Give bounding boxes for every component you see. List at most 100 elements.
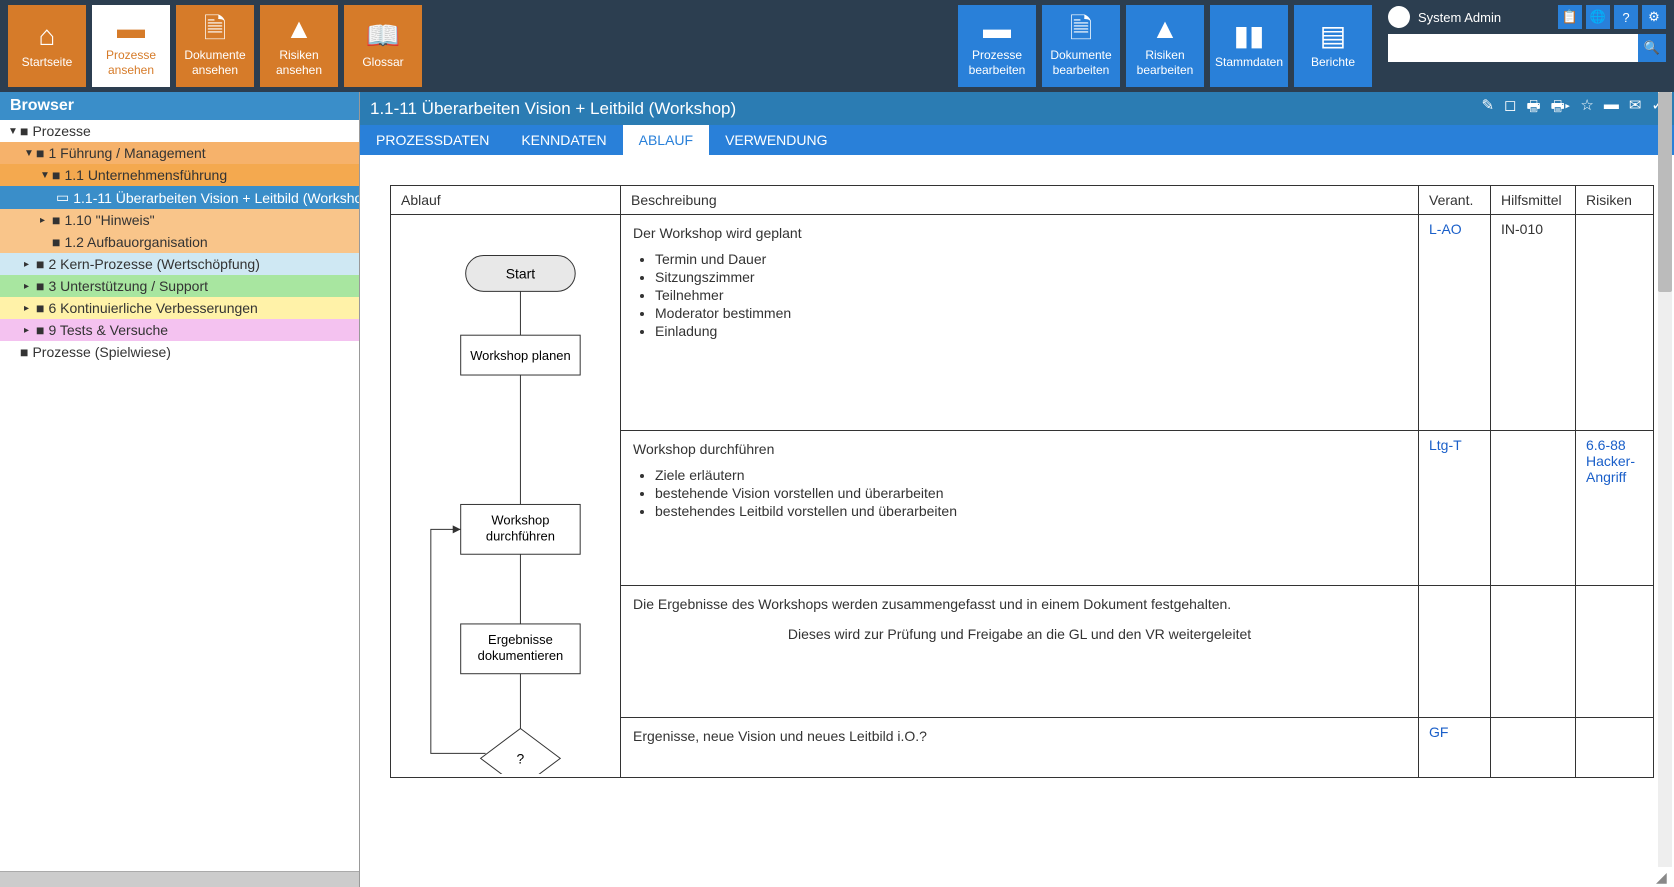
- row1-title: Workshop durchführen: [633, 441, 1406, 457]
- tree-item-8[interactable]: ▸■6 Kontinuierliche Verbesserungen: [0, 297, 359, 319]
- tree-item-label: 9 Tests & Versuche: [48, 322, 168, 338]
- search-input[interactable]: [1388, 34, 1638, 62]
- toolbar-left-4[interactable]: 📖Glossar: [344, 5, 422, 87]
- folder-icon: ■: [52, 167, 60, 183]
- header-icon-0[interactable]: ✎: [1481, 96, 1494, 121]
- header-icon-2[interactable]: 🖶: [1527, 96, 1541, 121]
- folder-icon: ■: [36, 300, 44, 316]
- sidebar-scroll-handle[interactable]: [0, 871, 359, 887]
- tab-kenndaten[interactable]: KENNDATEN: [505, 125, 622, 155]
- caret-icon: ▸: [24, 281, 36, 292]
- row3-title: Ergenisse, neue Vision und neues Leitbil…: [633, 728, 1406, 744]
- tree-item-9[interactable]: ▸■9 Tests & Versuche: [0, 319, 359, 341]
- header-icon-6[interactable]: ✉: [1629, 96, 1642, 121]
- row1-risk[interactable]: 6.6-88 Hacker-Angriff: [1586, 437, 1635, 485]
- sidebar: Browser ▼■Prozesse▼■1 Führung / Manageme…: [0, 92, 360, 887]
- bullet: bestehende Vision vorstellen und überarb…: [655, 485, 1406, 501]
- tree-item-6[interactable]: ▸■2 Kern-Prozesse (Wertschöpfung): [0, 253, 359, 275]
- bullet: Termin und Dauer: [655, 251, 1406, 267]
- tree-item-5[interactable]: ■1.2 Aufbauorganisation: [0, 231, 359, 253]
- row3-verant[interactable]: GF: [1429, 724, 1448, 740]
- col-ablauf: Ablauf: [391, 186, 621, 215]
- flow-step3b: dokumentieren: [478, 648, 564, 663]
- search-button[interactable]: 🔍: [1638, 34, 1666, 62]
- user-mini-btn-0[interactable]: 📋: [1558, 5, 1582, 29]
- resize-handle-icon[interactable]: ◢: [1656, 869, 1674, 887]
- row2-title: Die Ergebnisse des Workshops werden zusa…: [633, 596, 1406, 612]
- flow-decision: ?: [517, 750, 525, 766]
- header-icon-3[interactable]: 🖶▸: [1551, 96, 1571, 121]
- toolbar-left-1[interactable]: ▬ Prozesse ansehen: [92, 5, 170, 87]
- flow-table: Ablauf Beschreibung Verant. Hilfsmittel …: [390, 185, 1654, 778]
- toolbar-right-0-label: Prozesse bearbeiten: [963, 48, 1031, 77]
- caret-icon: ▸: [40, 215, 52, 226]
- user-name: System Admin: [1418, 10, 1501, 25]
- bullet: Sitzungszimmer: [655, 269, 1406, 285]
- folder-icon: ▭: [56, 189, 69, 206]
- sidebar-title: Browser: [0, 92, 359, 120]
- toolbar-left-0[interactable]: ⌂Startseite: [8, 5, 86, 87]
- col-risiken: Risiken: [1576, 186, 1654, 215]
- col-verant: Verant.: [1419, 186, 1491, 215]
- flow-step3a: Ergebnisse: [488, 632, 553, 647]
- toolbar-right-1[interactable]: 🗎 Dokumente bearbeiten: [1042, 5, 1120, 87]
- folder-icon: ■: [36, 256, 44, 272]
- toolbar-left-1-icon: ▬: [117, 15, 145, 43]
- folder-icon: ■: [52, 212, 60, 228]
- row1-verant[interactable]: Ltg-T: [1429, 437, 1462, 453]
- row0-title: Der Workshop wird geplant: [633, 225, 1406, 241]
- toolbar-left-3-label: Risiken ansehen: [265, 48, 333, 77]
- toolbar-left-3-icon: ▲: [285, 15, 313, 43]
- folder-icon: ■: [36, 145, 44, 161]
- toolbar-right-4[interactable]: ▤Berichte: [1294, 5, 1372, 87]
- tree-item-2[interactable]: ▼■1.1 Unternehmensführung: [0, 164, 359, 186]
- tree-item-10[interactable]: ■Prozesse (Spielwiese): [0, 341, 359, 363]
- folder-icon: ■: [20, 344, 28, 360]
- top-toolbar: ⌂Startseite ▬ Prozesse ansehen 🗎 Dokumente a…: [0, 0, 1674, 92]
- col-hilfsmittel: Hilfsmittel: [1491, 186, 1576, 215]
- tree-item-label: Prozesse: [32, 123, 90, 139]
- toolbar-left-3[interactable]: ▲ Risiken ansehen: [260, 5, 338, 87]
- vertical-scrollbar[interactable]: [1658, 92, 1672, 867]
- tree-item-3[interactable]: ▭1.1-11 Überarbeiten Vision + Leitbild (…: [0, 186, 359, 209]
- user-mini-btn-2[interactable]: ?: [1614, 5, 1638, 29]
- caret-icon: ▸: [24, 303, 36, 314]
- tree-item-4[interactable]: ▸■1.10 "Hinweis": [0, 209, 359, 231]
- user-mini-btn-1[interactable]: 🌐: [1586, 5, 1610, 29]
- tree-item-label: 1 Führung / Management: [48, 145, 205, 161]
- toolbar-left-2-icon: 🗎: [204, 15, 227, 43]
- header-icon-5[interactable]: ▬: [1604, 96, 1619, 121]
- header-icon-1[interactable]: ◻: [1504, 96, 1516, 121]
- tab-prozessdaten[interactable]: PROZESSDATEN: [360, 125, 505, 155]
- toolbar-right-3-label: Stammdaten: [1215, 55, 1283, 69]
- row0-hilfs: IN-010: [1501, 221, 1543, 237]
- tab-ablauf[interactable]: ABLAUF: [623, 125, 709, 155]
- toolbar-left-4-label: Glossar: [362, 55, 403, 69]
- toolbar-right-4-icon: ▤: [1320, 22, 1346, 50]
- toolbar-right-0-icon: ▬: [983, 15, 1011, 43]
- tree-item-7[interactable]: ▸■3 Unterstützung / Support: [0, 275, 359, 297]
- user-mini-btn-3[interactable]: ⚙: [1642, 5, 1666, 29]
- col-beschreibung: Beschreibung: [621, 186, 1419, 215]
- tree-item-0[interactable]: ▼■Prozesse: [0, 120, 359, 142]
- toolbar-right-1-label: Dokumente bearbeiten: [1047, 48, 1115, 77]
- toolbar-right-1-icon: 🗎: [1070, 15, 1093, 43]
- tree-item-label: 1.1-11 Überarbeiten Vision + Leitbild (W…: [73, 190, 359, 206]
- header-icon-4[interactable]: ☆: [1580, 96, 1593, 121]
- bullet: Teilnehmer: [655, 287, 1406, 303]
- toolbar-right-2[interactable]: ▲Risiken bearbeiten: [1126, 5, 1204, 87]
- tree-item-1[interactable]: ▼■1 Führung / Management: [0, 142, 359, 164]
- row0-verant[interactable]: L-AO: [1429, 221, 1462, 237]
- toolbar-right-0[interactable]: ▬ Prozesse bearbeiten: [958, 5, 1036, 87]
- tree-item-label: 2 Kern-Prozesse (Wertschöpfung): [48, 256, 259, 272]
- toolbar-left-1-label: Prozesse ansehen: [97, 48, 165, 77]
- content-tabs: PROZESSDATENKENNDATENABLAUFVERWENDUNG: [360, 125, 1674, 155]
- toolbar-left-2[interactable]: 🗎 Dokumente ansehen: [176, 5, 254, 87]
- tab-verwendung[interactable]: VERWENDUNG: [709, 125, 843, 155]
- caret-icon: ▼: [40, 170, 52, 181]
- tree-item-label: Prozesse (Spielwiese): [32, 344, 171, 360]
- folder-icon: ■: [36, 322, 44, 338]
- toolbar-right-3[interactable]: ▮▮Stammdaten: [1210, 5, 1288, 87]
- bullet: Einladung: [655, 323, 1406, 339]
- toolbar-left-2-label: Dokumente ansehen: [181, 48, 249, 77]
